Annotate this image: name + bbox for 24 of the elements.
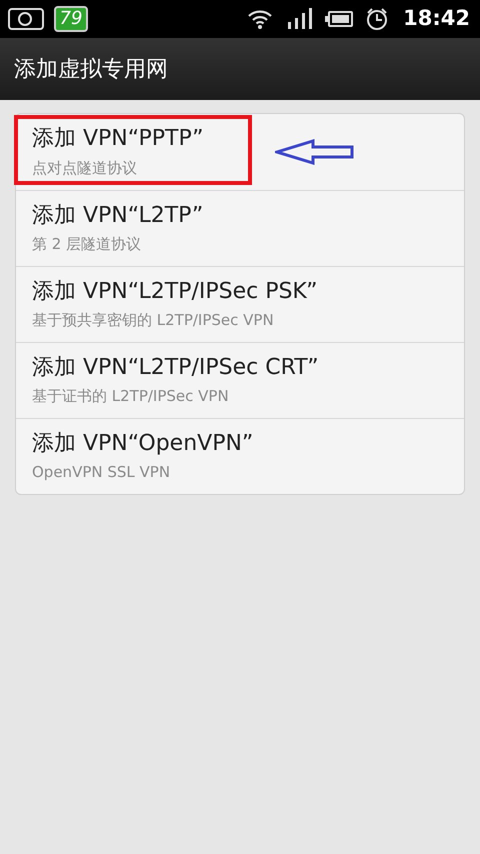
item-subtitle: 第 2 层隧道协议: [32, 234, 142, 255]
screen-title: 添加虚拟专用网: [14, 56, 168, 84]
alarm-clock-icon: [365, 7, 390, 31]
screenshot-icon: [8, 7, 44, 31]
wifi-icon: [247, 8, 274, 30]
item-subtitle: 基于预共享密钥的 L2TP/IPSec VPN: [32, 310, 274, 331]
battery-charge-badge: 79: [54, 6, 88, 32]
item-subtitle: OpenVPN SSL VPN: [32, 462, 170, 483]
vpn-type-item[interactable]: 添加 VPN“L2TP/IPSec PSK” 基于预共享密钥的 L2TP/IPSec VPN: [16, 266, 464, 342]
item-title: 添加 VPN“L2TP”: [32, 202, 204, 229]
vpn-type-item[interactable]: 添加 VPN“OpenVPN” OpenVPN SSL VPN: [16, 418, 464, 494]
battery-icon: [325, 10, 354, 28]
vpn-type-item[interactable]: 添加 VPN“PPTP” 点对点隧道协议: [16, 114, 464, 190]
item-title: 添加 VPN“OpenVPN”: [32, 430, 254, 457]
clock-time: 18:42: [403, 5, 470, 32]
item-title: 添加 VPN“PPTP”: [32, 125, 204, 152]
item-subtitle: 基于证书的 L2TP/IPSec VPN: [32, 386, 229, 407]
item-subtitle: 点对点隧道协议: [32, 158, 137, 178]
item-title: 添加 VPN“L2TP/IPSec CRT”: [32, 354, 319, 381]
vpn-type-item[interactable]: 添加 VPN“L2TP” 第 2 层隧道协议: [16, 190, 464, 266]
arrow-left-icon: [275, 139, 355, 165]
vpn-type-item[interactable]: 添加 VPN“L2TP/IPSec CRT” 基于证书的 L2TP/IPSec VPN: [16, 342, 464, 418]
signal-icon: [287, 8, 314, 30]
item-title: 添加 VPN“L2TP/IPSec PSK”: [32, 278, 318, 305]
